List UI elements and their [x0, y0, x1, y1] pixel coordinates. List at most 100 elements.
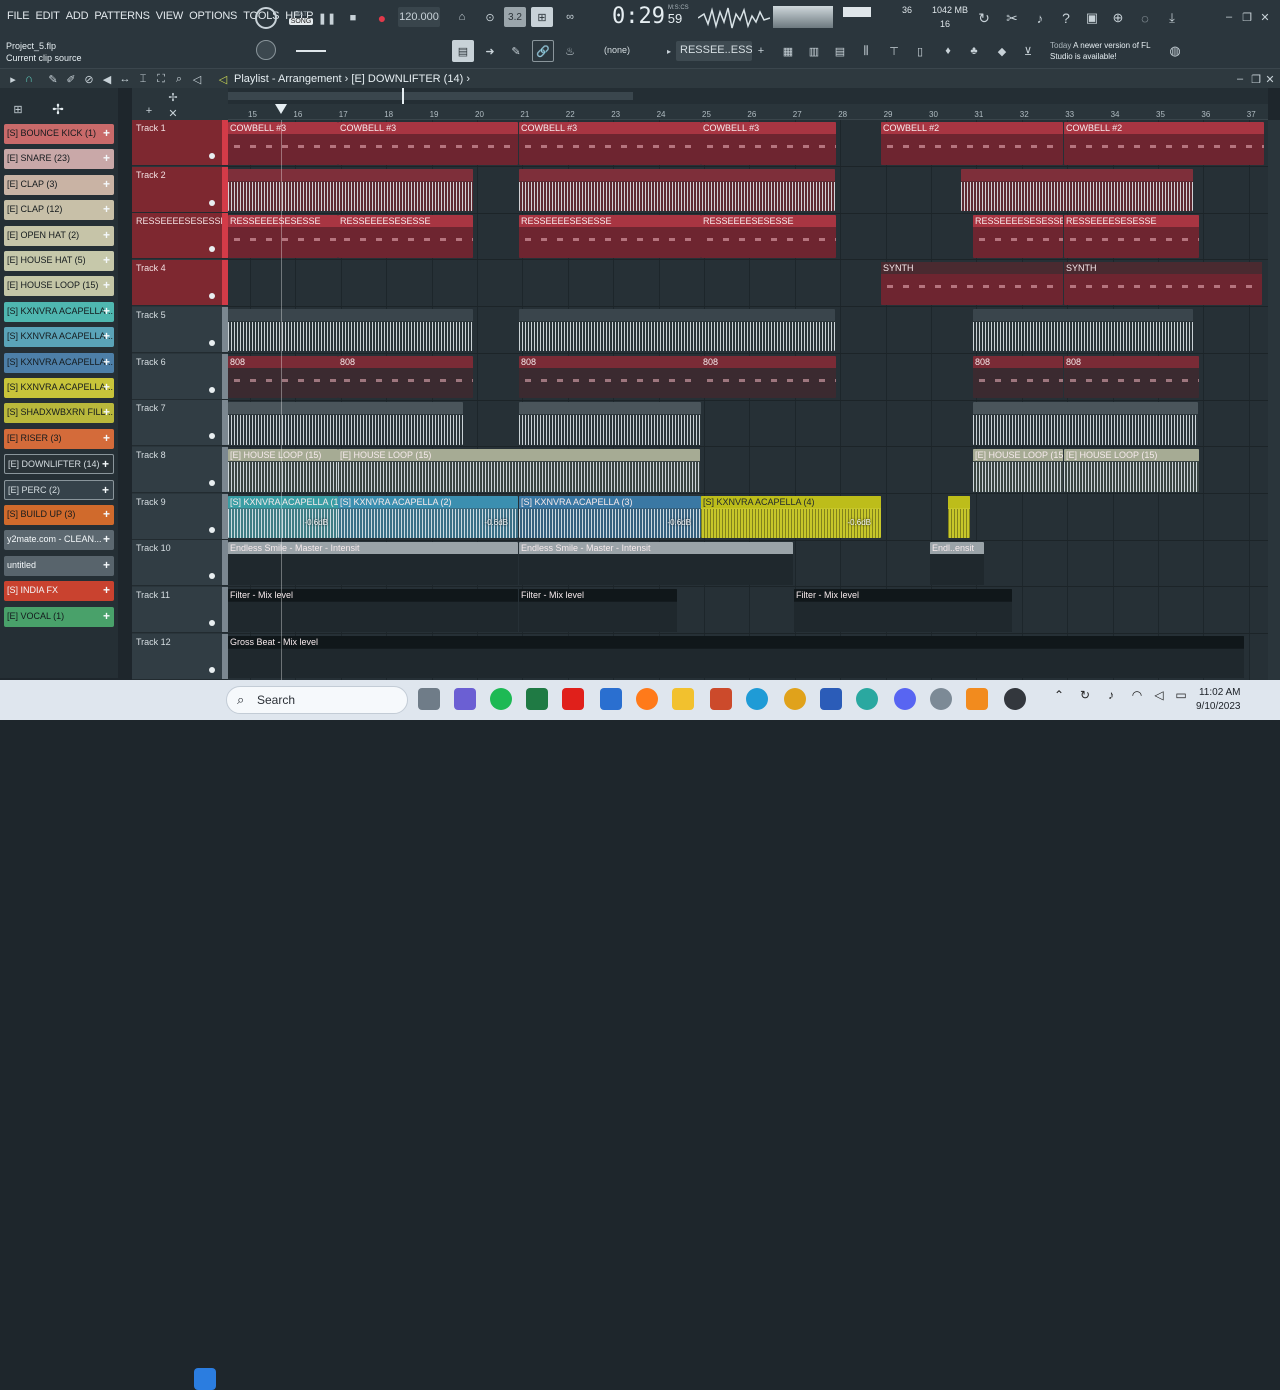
arrow-right-icon[interactable]: ➜ [480, 40, 500, 62]
playlist-clip[interactable]: COWBELL #3 [338, 122, 518, 165]
select-icon[interactable]: ⛶ [154, 71, 168, 87]
taskbar-search[interactable]: ⌕ Search [226, 686, 408, 714]
magnet-icon[interactable]: ∩ [22, 71, 36, 87]
channel-item[interactable]: [S] BOUNCE KICK (1) + [4, 124, 114, 144]
playlist-clip[interactable]: [E] HOUSE LOOP (15) [1064, 448, 1199, 492]
fl-studio-icon[interactable] [966, 688, 988, 710]
playlist-clip[interactable]: 808 [228, 355, 338, 399]
zoom-icon[interactable]: ⌕ [172, 71, 186, 87]
playlist-clip[interactable] [228, 308, 473, 352]
plugin-picker-icon[interactable]: ⊤ [884, 41, 904, 61]
track-header[interactable]: Track 1 [132, 120, 228, 166]
playlist-clip[interactable] [228, 168, 473, 212]
channel-add-icon[interactable]: + [103, 431, 110, 445]
playlist-clip[interactable]: RESSEEEESESESSE [228, 215, 338, 259]
picker-options-icon[interactable]: ⊞ [10, 102, 26, 116]
channel-item[interactable]: [E] HOUSE HAT (5) + [4, 251, 114, 271]
track-header[interactable]: Track 7 [132, 400, 228, 447]
overview-strip[interactable] [228, 88, 1268, 104]
playlist-clip[interactable] [519, 308, 835, 352]
pattern-arrow-icon[interactable]: ▸ [664, 42, 674, 60]
playlist-clip[interactable]: RESSEEEESESESSE [1064, 215, 1199, 259]
channel-item[interactable]: [S] INDIA FX + [4, 581, 114, 602]
volume-icon[interactable]: ◁ [1148, 688, 1170, 710]
chrome-icon[interactable] [784, 688, 806, 710]
pat-song-toggle[interactable]: PAT SONG [288, 5, 314, 31]
menu-edit[interactable]: EDIT [32, 10, 62, 22]
playlist-clip[interactable]: Filter - Mix level [228, 589, 518, 632]
track-header[interactable]: Track 5 [132, 306, 228, 353]
playlist-clip[interactable] [519, 402, 701, 445]
channel-add-icon[interactable]: + [103, 304, 110, 318]
playlist-clip[interactable] [961, 168, 1193, 212]
track-mute-led[interactable] [209, 293, 215, 300]
pattern-selector[interactable]: RESSEE..ESSE [676, 41, 752, 61]
track-mute-led[interactable] [209, 573, 215, 580]
touch-keyboard-icon[interactable]: ♣ [964, 41, 984, 61]
piano-roll-icon[interactable]: ▥ [804, 41, 824, 61]
master-pitch-knob-icon[interactable] [256, 40, 276, 60]
slip-icon[interactable]: ↔ [118, 71, 132, 87]
playlist-clip[interactable] [973, 402, 1198, 445]
channel-rack-icon[interactable]: ▤ [830, 41, 850, 61]
firefox-icon[interactable] [636, 688, 658, 710]
channel-item[interactable]: [E] HOUSE LOOP (15) + [4, 276, 114, 297]
brush-icon[interactable]: ✐ [64, 71, 78, 87]
playlist-clip[interactable]: Endless Smile - Master - Intensit [228, 542, 518, 585]
speaker-icon[interactable]: ◁ [216, 71, 230, 87]
media-player-icon[interactable] [1004, 688, 1026, 710]
minimize-window-icon[interactable]: – [1222, 8, 1236, 26]
channel-item[interactable]: [E] OPEN HAT (2) + [4, 225, 114, 246]
channel-item[interactable]: [S] KXNVRA ACAPELLA... + [4, 378, 114, 398]
add-pattern-icon[interactable]: + [754, 42, 768, 60]
playlist-clip[interactable]: Filter - Mix level [794, 589, 1012, 632]
playlist-maximize-icon[interactable]: ❐ [1250, 71, 1262, 87]
channel-add-icon[interactable]: + [103, 253, 110, 267]
playlist-clip[interactable]: [E] HOUSE LOOP (15) [228, 448, 338, 492]
channel-add-icon[interactable]: + [103, 151, 110, 165]
channel-add-icon[interactable]: + [103, 329, 110, 343]
playlist-clip[interactable]: 808 [338, 355, 473, 399]
browser-icon[interactable]: ▯ [910, 41, 930, 61]
mute-icon[interactable]: ◀ [100, 71, 114, 87]
discord-icon[interactable] [894, 688, 916, 710]
stamp-icon[interactable]: ♨ [560, 40, 580, 62]
playlist-clip[interactable] [228, 402, 463, 445]
playlist-clip[interactable]: Filter - Mix level [519, 589, 677, 632]
menu-arrow-icon[interactable]: ▸ [6, 71, 20, 87]
playlist-clip[interactable]: [S] KXNVRA ACAPELLA (1) -0.6dB [228, 495, 338, 539]
track-header[interactable]: Track 4 [132, 260, 228, 307]
plugin-icon[interactable]: ♦ [938, 41, 958, 61]
playlist-clip[interactable]: RESSEEEESESESSE [338, 215, 473, 259]
slice-icon[interactable]: ⌶ [136, 71, 150, 87]
spotify-icon[interactable] [490, 688, 512, 710]
vertical-scrollbar[interactable] [1268, 120, 1280, 680]
link-icon[interactable]: 🔗 [532, 40, 554, 62]
channel-item[interactable]: [S] KXNVRA ACAPELLA... + [4, 301, 114, 322]
channel-item[interactable]: [S] KXNVRA ACAPELLA... + [4, 327, 114, 348]
picker-move-icon[interactable]: ✢ [48, 101, 68, 117]
channel-add-icon[interactable]: + [103, 278, 110, 292]
metronome-icon[interactable]: ⌂ [450, 7, 474, 27]
channel-add-icon[interactable]: + [103, 177, 110, 191]
playlist-clip[interactable]: RESSEEEESESESSE [519, 215, 701, 259]
stop-button[interactable]: ■ [344, 8, 362, 28]
playlist-clip[interactable]: [S] KXNVRA ACAPELLA (4) -0.6dB [701, 495, 881, 539]
menu-view[interactable]: VIEW [153, 10, 186, 22]
playlist-clip[interactable]: COWBELL #2 [881, 122, 1063, 165]
master-volume-slider[interactable] [296, 50, 326, 52]
playlist-minimize-icon[interactable]: – [1234, 71, 1246, 87]
track-header[interactable]: Track 9 [132, 493, 228, 540]
shop-cart-icon[interactable]: ⊻ [1018, 41, 1038, 61]
tempo-display[interactable]: 120.000 [398, 7, 440, 27]
menu-options[interactable]: OPTIONS [186, 10, 240, 22]
help-icon[interactable]: ? [1056, 8, 1076, 28]
edge-icon[interactable] [746, 688, 768, 710]
channel-item[interactable]: [S] SHADXWBXRN FILL... + [4, 403, 114, 424]
track-header[interactable]: Track 12 [132, 633, 228, 680]
channel-item[interactable]: [S] BUILD UP (3) + [4, 505, 114, 525]
playlist-clip[interactable]: Endless Smile - Master - Intensit [519, 542, 793, 585]
channel-add-icon[interactable]: + [103, 405, 110, 419]
track-mute-led[interactable] [209, 386, 215, 393]
powerpoint-icon[interactable] [710, 688, 732, 710]
